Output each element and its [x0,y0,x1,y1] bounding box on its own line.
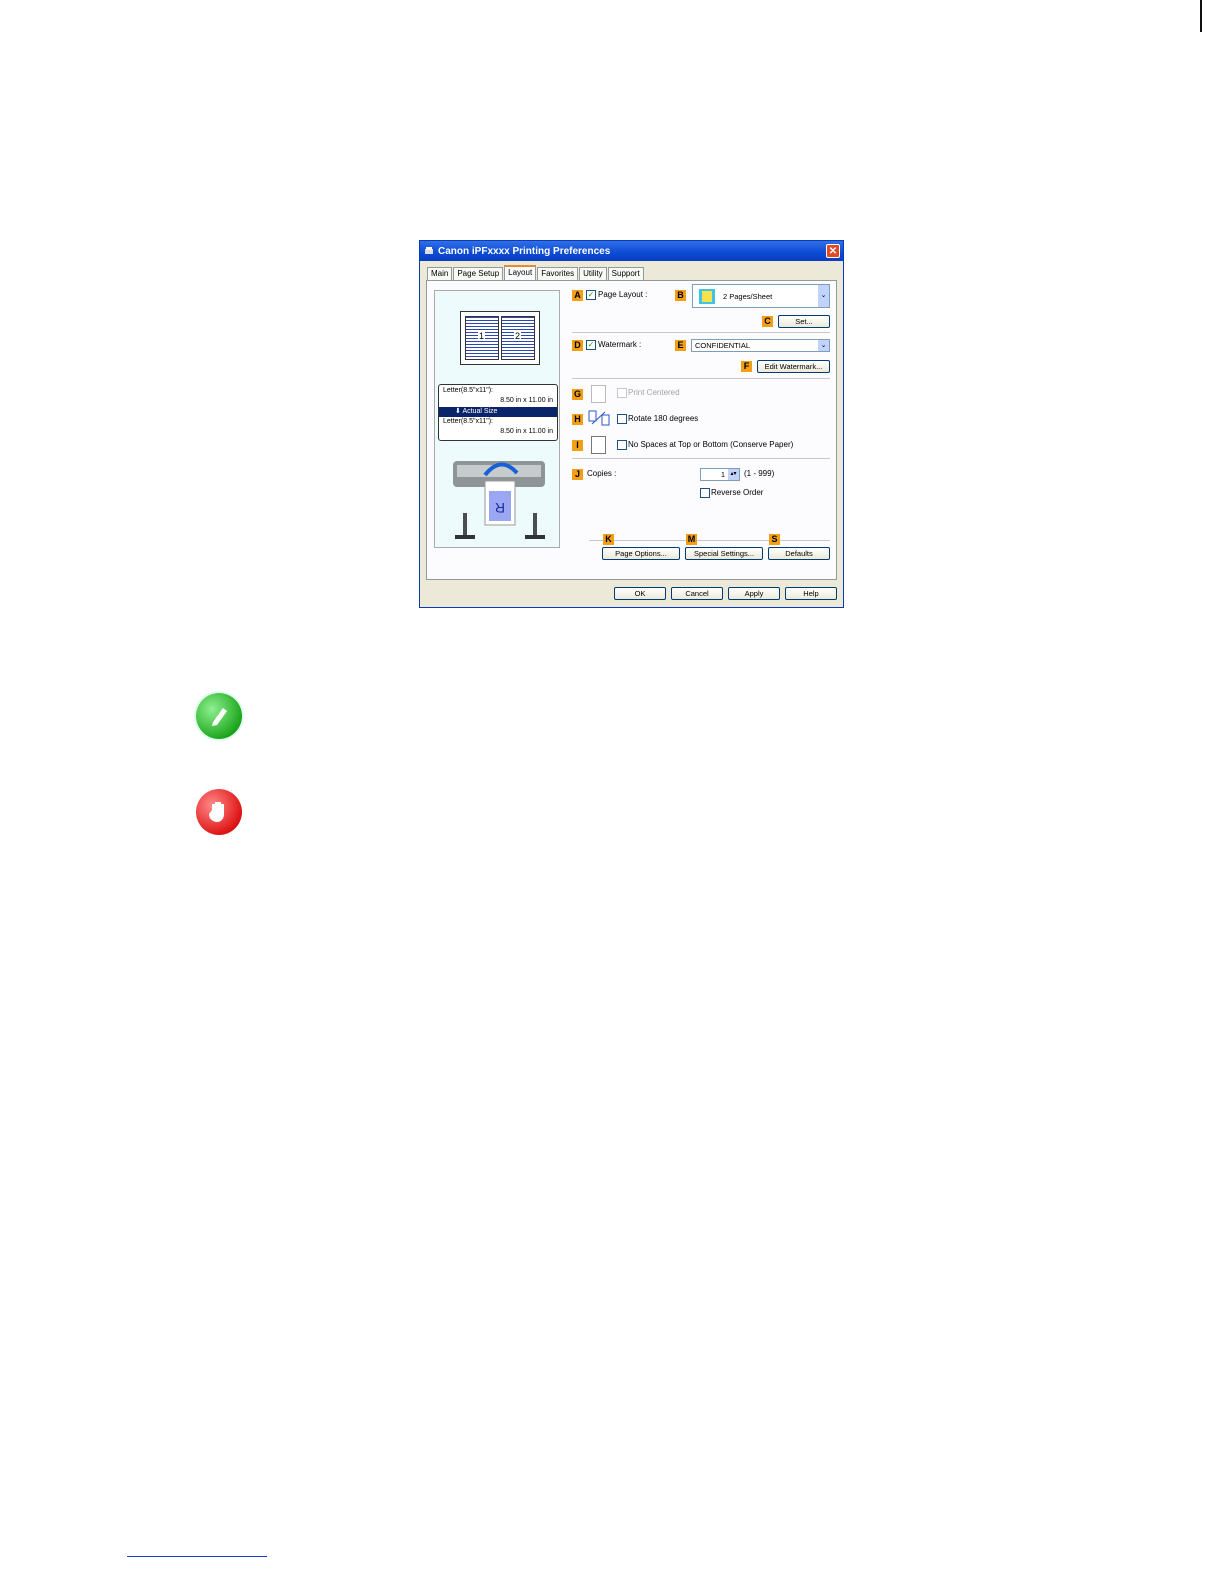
thumb-page-1: 1 [465,316,499,360]
paper-size-summary: Letter(8.5"x11"): 8.50 in x 11.00 in ⬇ A… [438,384,558,441]
preview-pane: 1 2 Letter(8.5"x11"): 8.50 in x 11.00 in… [434,290,560,548]
page-layout-label: Page Layout : [598,290,648,299]
watermark-label: Watermark : [598,340,642,349]
no-spaces-checkbox[interactable] [617,440,627,450]
badge-d: D [572,340,583,351]
output-size-dims: 8.50 in x 11.00 in [500,428,553,435]
cancel-button[interactable]: Cancel [671,587,723,600]
ok-button[interactable]: OK [614,587,666,600]
dialog-titlebar: Canon iPFxxxx Printing Preferences ✕ [420,241,843,261]
source-size-dims: 8.50 in x 11.00 in [500,397,553,404]
copies-input[interactable]: 1 ▴▾ [700,468,740,481]
arrow-down-icon: ⬇ [455,408,461,415]
chevron-down-icon[interactable]: ⌄ [818,340,829,351]
page-options-button[interactable]: Page Options... [602,547,680,560]
divider [572,378,830,379]
badge-i: I [572,440,583,451]
watermark-value: CONFIDENTIAL [695,341,751,350]
copies-range: (1 - 999) [744,469,775,478]
tab-support[interactable]: Support [607,267,644,280]
stop-hand-icon [196,789,242,835]
two-pages-icon [699,289,715,304]
apply-button[interactable]: Apply [728,587,780,600]
footer-link-rule[interactable] [127,1556,267,1557]
badge-h: H [572,414,583,425]
thumb-page-number: 1 [478,331,486,341]
watermark-checkbox[interactable]: ✓ [586,340,596,350]
svg-text:R: R [495,500,505,516]
copies-value: 1 [720,470,725,479]
scale-mode-label: Actual Size [462,408,498,415]
divider [589,540,830,541]
tab-favorites[interactable]: Favorites [537,267,579,280]
badge-c: C [762,316,773,327]
layout-tab-panel: 1 2 Letter(8.5"x11"): 8.50 in x 11.00 in… [426,280,837,580]
badge-m: M [686,534,697,545]
copies-label: Copies : [587,469,617,478]
badge-k: K [603,534,614,545]
source-size-label: Letter(8.5"x11"): [443,387,493,394]
tab-main[interactable]: Main [427,267,453,280]
divider [572,458,830,459]
page-layout-select[interactable]: 2 Pages/Sheet ⌄ [692,284,830,308]
dialog-title: Canon iPFxxxx Printing Preferences [438,245,611,257]
badge-a: A [572,290,583,301]
margin-rule [1200,0,1202,32]
page-layout-checkbox[interactable]: ✓ [586,290,596,300]
rotate-180-checkbox[interactable] [617,414,627,424]
rotate-icon [588,410,610,426]
help-button[interactable]: Help [785,587,837,600]
print-centered-checkbox[interactable] [617,388,627,398]
thumb-page-2: 2 [501,316,535,360]
badge-g: G [572,389,583,400]
print-centered-label: Print Centered [628,388,680,397]
no-spaces-icon [591,436,606,454]
rotate-180-label: Rotate 180 degrees [628,414,699,423]
printer-app-icon [425,247,433,254]
reverse-order-checkbox[interactable] [700,488,710,498]
output-size-label: Letter(8.5"x11"): [443,418,493,425]
divider [572,332,830,333]
badge-e: E [675,340,686,351]
defaults-button[interactable]: Defaults [768,547,830,560]
printing-preferences-dialog: Canon iPFxxxx Printing Preferences ✕ Mai… [419,240,844,608]
tab-layout[interactable]: Layout [504,265,537,281]
chevron-down-icon[interactable]: ⌄ [818,285,829,307]
tab-utility[interactable]: Utility [579,267,607,280]
thumb-page-number: 2 [514,331,522,341]
reverse-order-label: Reverse Order [711,488,764,497]
scale-mode-row: ⬇ Actual Size [439,407,557,417]
badge-j: J [572,469,583,480]
no-spaces-label: No Spaces at Top or Bottom (Conserve Pap… [628,440,794,449]
close-button[interactable]: ✕ [826,244,840,258]
page-layout-value: 2 Pages/Sheet [723,292,773,301]
pencil-icon [196,693,242,739]
badge-s: S [769,534,780,545]
badge-b: B [675,290,686,301]
print-centered-icon [591,385,606,403]
watermark-select[interactable]: CONFIDENTIAL ⌄ [691,339,830,352]
badge-f: F [741,361,752,372]
spin-arrows-icon[interactable]: ▴▾ [728,469,739,480]
edit-watermark-button[interactable]: Edit Watermark... [757,360,830,373]
tab-strip: Main Page Setup Layout Favorites Utility… [427,265,645,281]
special-settings-button[interactable]: Special Settings... [685,547,763,560]
set-button[interactable]: Set... [778,315,830,328]
tab-page-setup[interactable]: Page Setup [453,267,504,280]
printer-illustration: R [453,461,545,539]
layout-thumbnail: 1 2 [460,311,540,365]
